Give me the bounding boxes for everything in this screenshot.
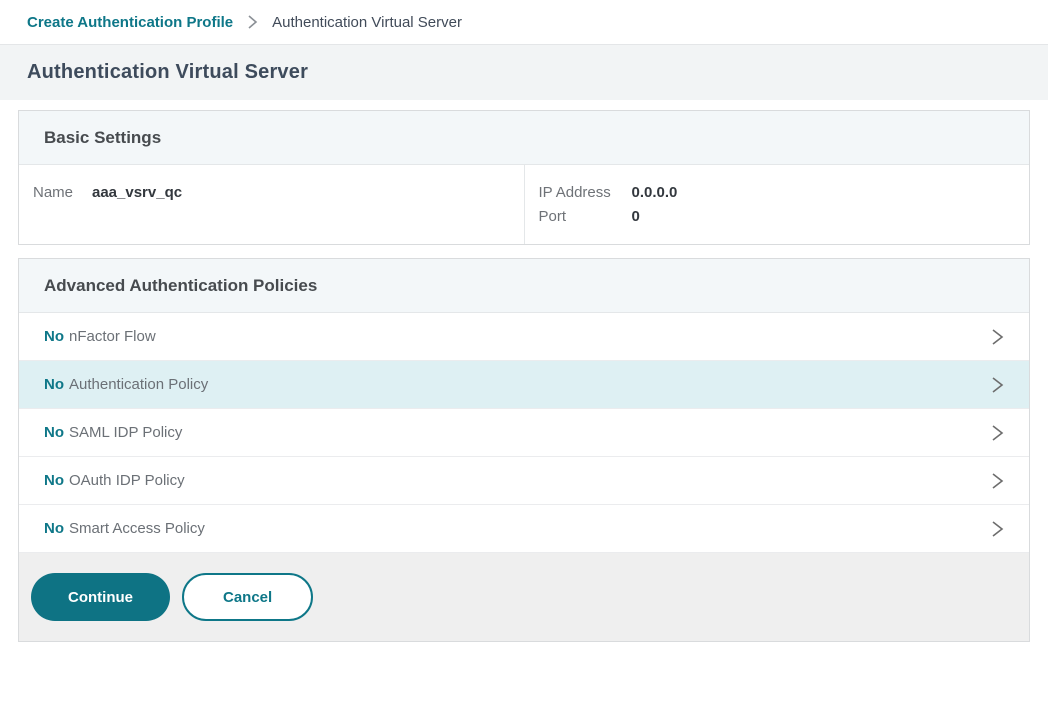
name-label: Name [33, 184, 92, 201]
basic-settings-left-column: Name aaa_vsrv_qc [19, 165, 525, 244]
advanced-auth-policies-header: Advanced Authentication Policies [19, 259, 1029, 313]
chevron-right-icon [991, 327, 1004, 347]
breadcrumb-current: Authentication Virtual Server [272, 14, 462, 31]
breadcrumb-link-create-authentication-profile[interactable]: Create Authentication Profile [27, 14, 233, 31]
basic-settings-header: Basic Settings [19, 111, 1029, 165]
page-title: Authentication Virtual Server [27, 61, 308, 84]
chevron-right-icon [991, 423, 1004, 443]
chevron-right-icon [991, 519, 1004, 539]
chevron-right-icon [247, 14, 258, 30]
policy-row-saml-idp-policy[interactable]: No SAML IDP Policy [19, 409, 1029, 457]
policy-count: No [44, 424, 64, 441]
cancel-button[interactable]: Cancel [182, 573, 313, 621]
policy-count: No [44, 328, 64, 345]
content-area: Basic Settings Name aaa_vsrv_qc IP Addre… [0, 100, 1048, 642]
port-value: 0 [632, 208, 1016, 225]
policy-label: Smart Access Policy [69, 520, 205, 537]
continue-button[interactable]: Continue [31, 573, 170, 621]
policy-count: No [44, 520, 64, 537]
chevron-right-icon [991, 375, 1004, 395]
policy-label: nFactor Flow [69, 328, 156, 345]
title-band: Authentication Virtual Server [0, 45, 1048, 100]
basic-settings-panel: Basic Settings Name aaa_vsrv_qc IP Addre… [18, 110, 1030, 245]
basic-settings-right-column: IP Address 0.0.0.0 Port 0 [525, 165, 1030, 244]
policy-label: Authentication Policy [69, 376, 208, 393]
basic-settings-title: Basic Settings [44, 128, 161, 148]
ip-address-value: 0.0.0.0 [632, 184, 1016, 201]
policy-row-oauth-idp-policy[interactable]: No OAuth IDP Policy [19, 457, 1029, 505]
name-value: aaa_vsrv_qc [92, 184, 182, 201]
policy-count: No [44, 376, 64, 393]
policy-row-nfactor-flow[interactable]: No nFactor Flow [19, 313, 1029, 361]
ip-address-label: IP Address [539, 184, 632, 201]
basic-settings-body: Name aaa_vsrv_qc IP Address 0.0.0.0 Port… [19, 165, 1029, 244]
breadcrumb: Create Authentication Profile Authentica… [0, 0, 1048, 45]
policy-count: No [44, 472, 64, 489]
policy-row-smart-access-policy[interactable]: No Smart Access Policy [19, 505, 1029, 553]
chevron-right-icon [991, 471, 1004, 491]
advanced-auth-policies-title: Advanced Authentication Policies [44, 276, 317, 296]
policy-row-authentication-policy[interactable]: No Authentication Policy [19, 361, 1029, 409]
policy-label: OAuth IDP Policy [69, 472, 185, 489]
advanced-auth-policies-panel: Advanced Authentication Policies No nFac… [18, 258, 1030, 642]
policy-label: SAML IDP Policy [69, 424, 182, 441]
action-footer: Continue Cancel [19, 553, 1029, 641]
port-label: Port [539, 208, 632, 225]
